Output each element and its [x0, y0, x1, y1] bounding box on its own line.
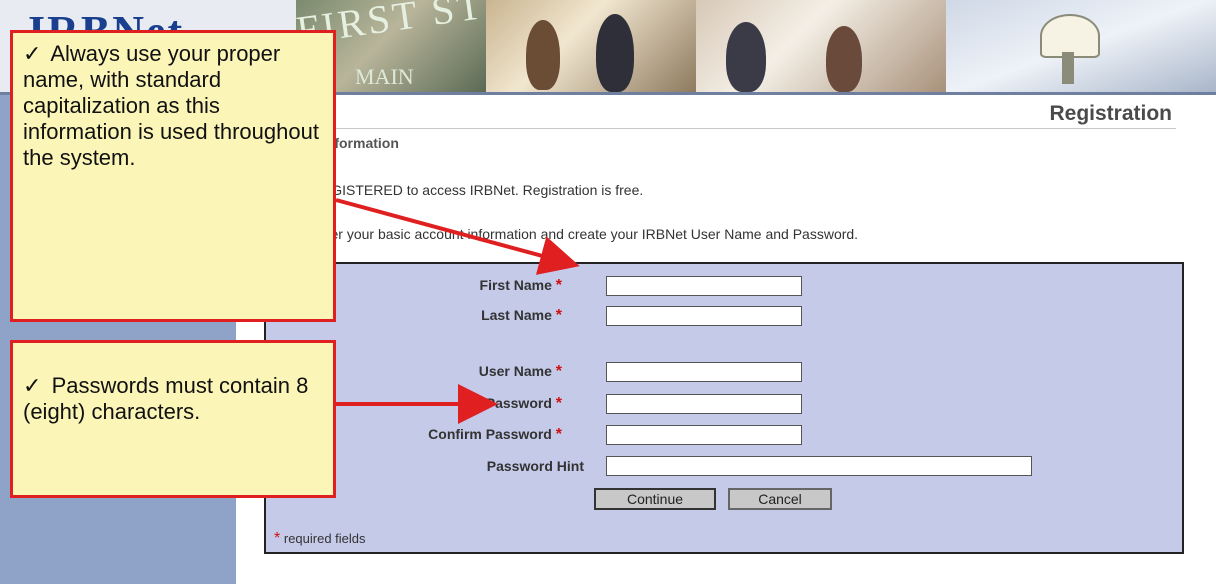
checkmark-icon: ✓ [23, 41, 42, 66]
required-star: * [555, 426, 562, 443]
confirm-password-input[interactable] [606, 425, 802, 445]
required-star: * [274, 530, 281, 547]
last-name-input[interactable] [606, 306, 802, 326]
checkmark-icon: ✓ [23, 373, 42, 398]
required-fields-note: * required fields [274, 530, 366, 547]
continue-button[interactable]: Continue [594, 488, 716, 510]
password-label: Password * [485, 395, 562, 412]
confirm-password-label: Confirm Password * [428, 426, 562, 443]
required-star: * [555, 307, 562, 324]
password-hint-input[interactable] [606, 456, 1032, 476]
password-input[interactable] [606, 394, 802, 414]
password-hint-label: Password Hint [486, 458, 584, 474]
password-tip-callout: ✓ Passwords must contain 8 (eight) chara… [10, 340, 336, 498]
required-star: * [555, 395, 562, 412]
required-star: * [555, 277, 562, 294]
name-tip-text: Always use your proper name, with standa… [23, 41, 319, 170]
first-name-input[interactable] [606, 276, 802, 296]
name-tip-callout: ✓ Always use your proper name, with stan… [10, 30, 336, 322]
office-photo [696, 0, 946, 92]
password-tip-text: Passwords must contain 8 (eight) charact… [23, 373, 309, 424]
street-sign-lower-text: MAIN [355, 64, 414, 89]
page-title: Registration [1049, 102, 1172, 125]
cancel-button[interactable]: Cancel [728, 488, 832, 510]
user-name-input[interactable] [606, 362, 802, 382]
meeting-photo [486, 0, 696, 92]
last-name-label: Last Name * [481, 307, 562, 324]
first-name-label: First Name * [479, 277, 562, 294]
required-star: * [555, 363, 562, 380]
user-name-label: User Name * [478, 363, 562, 380]
satellite-stand [1062, 52, 1074, 84]
registration-instructions: ep is to enter your basic account inform… [262, 226, 859, 242]
registration-form: First Name * Last Name * User Name * Pas… [264, 262, 1184, 554]
title-divider [236, 128, 1176, 129]
